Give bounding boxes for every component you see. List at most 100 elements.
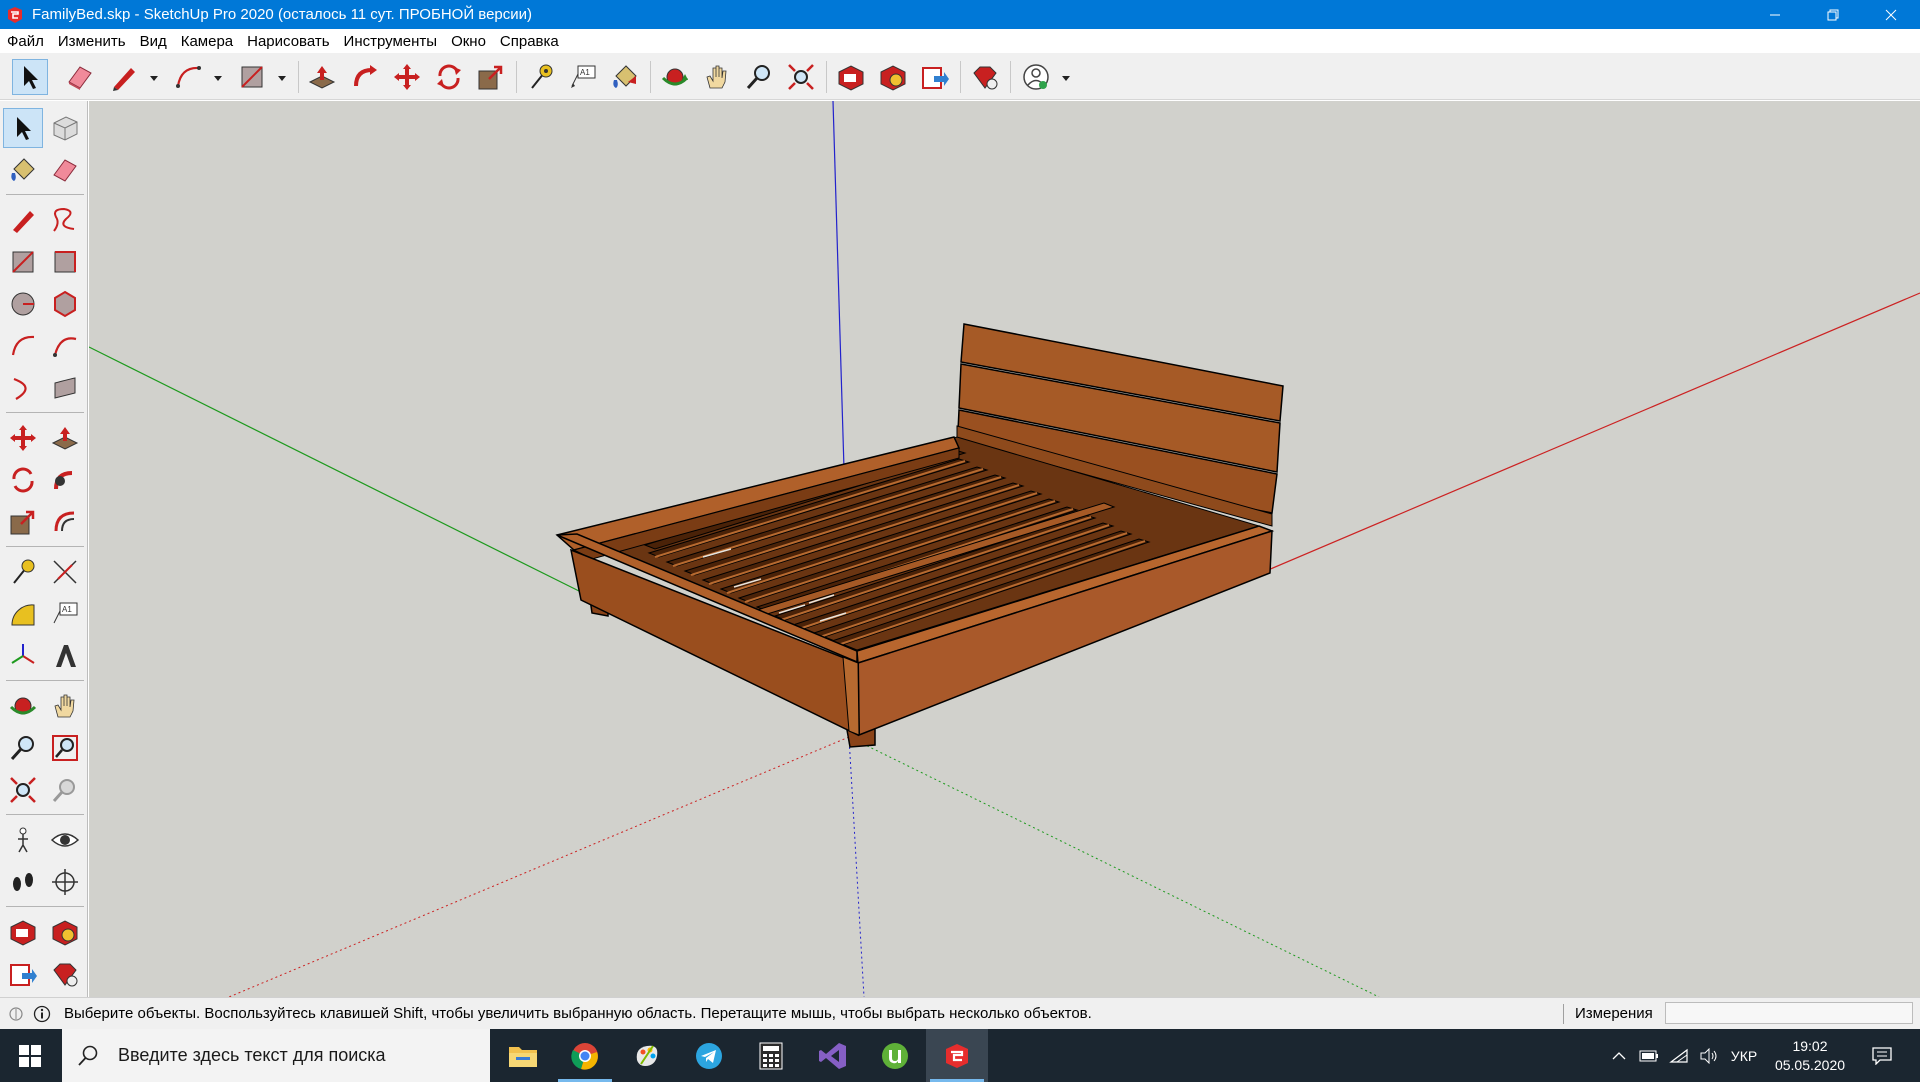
taskbar-chrome[interactable]: [554, 1029, 616, 1082]
shape-dropdown-chevron-down-icon[interactable]: [276, 73, 288, 83]
left-arc-tool[interactable]: [3, 326, 43, 366]
taskbar-search-box[interactable]: Введите здесь текст для поиска: [62, 1029, 490, 1082]
taskbar-telegram[interactable]: [678, 1029, 740, 1082]
line-tool-button[interactable]: [106, 59, 142, 95]
geo-location-icon[interactable]: [6, 1004, 26, 1024]
hand-pan-icon: [706, 65, 727, 89]
arc-tool-button[interactable]: [170, 59, 206, 95]
axes-tool[interactable]: [3, 636, 43, 676]
3d-text-tool[interactable]: [45, 636, 85, 676]
action-center-notification-icon[interactable]: [1862, 1029, 1902, 1082]
close-button[interactable]: [1862, 0, 1920, 29]
minimize-button[interactable]: [1746, 0, 1804, 29]
offset-tool[interactable]: [45, 502, 85, 542]
move-tool-button[interactable]: [389, 59, 425, 95]
left-select-tool[interactable]: [3, 108, 43, 148]
left-rotate-tool[interactable]: [3, 460, 43, 500]
left-orbit-tool[interactable]: [3, 686, 43, 726]
text-tool-button[interactable]: A1: [565, 59, 601, 95]
arc-dropdown-chevron-down-icon[interactable]: [212, 73, 224, 83]
push-pull-tool-button[interactable]: [304, 59, 340, 95]
taskbar-calculator[interactable]: [740, 1029, 802, 1082]
rotate-tool-button[interactable]: [431, 59, 467, 95]
left-tape-measure-tool[interactable]: [3, 552, 43, 592]
left-layout-tool[interactable]: [3, 954, 43, 994]
tray-wifi-icon[interactable]: [1664, 1029, 1694, 1082]
circle-tool[interactable]: [3, 284, 43, 324]
left-paint-bucket-tool[interactable]: [3, 150, 43, 190]
look-around-tool[interactable]: [45, 820, 85, 860]
taskbar-visual-studio[interactable]: [802, 1029, 864, 1082]
account-button[interactable]: [1018, 59, 1054, 95]
tape-measure-tool-button[interactable]: [523, 59, 559, 95]
left-3d-warehouse-tool[interactable]: [3, 912, 43, 952]
eraser-tool-button[interactable]: [62, 59, 98, 95]
protractor-tool[interactable]: [3, 594, 43, 634]
pan-tool-button[interactable]: [699, 59, 735, 95]
zoom-tool-button[interactable]: [741, 59, 777, 95]
scale-tool-button[interactable]: [473, 59, 509, 95]
dimension-tool[interactable]: [45, 552, 85, 592]
tray-volume-icon[interactable]: [1694, 1029, 1724, 1082]
zoom-extents-tool-button[interactable]: [783, 59, 819, 95]
menu-camera[interactable]: Камера: [181, 33, 233, 50]
2-point-arc-tool[interactable]: [45, 326, 85, 366]
menu-tools[interactable]: Инструменты: [344, 33, 438, 50]
follow-me-tool-button[interactable]: [347, 59, 383, 95]
left-rectangle-tool[interactable]: [3, 242, 43, 282]
tray-battery-icon[interactable]: [1634, 1029, 1664, 1082]
previous-view-tool[interactable]: [45, 770, 85, 810]
rectangle-tool-button[interactable]: [234, 59, 270, 95]
section-plane-tool[interactable]: [45, 862, 85, 902]
make-component-tool[interactable]: [45, 108, 85, 148]
start-button[interactable]: [0, 1029, 60, 1082]
line-dropdown-chevron-down-icon[interactable]: [148, 73, 160, 83]
position-camera-tool[interactable]: [3, 820, 43, 860]
extension-manager-button[interactable]: [967, 59, 1003, 95]
3-point-arc-tool[interactable]: [3, 368, 43, 408]
paint-bucket-tool-button[interactable]: [607, 59, 643, 95]
drawing-viewport[interactable]: [89, 101, 1920, 997]
select-tool-button[interactable]: [12, 59, 48, 95]
orbit-tool-button[interactable]: [657, 59, 693, 95]
tray-language[interactable]: УКР: [1726, 1029, 1762, 1082]
menu-view[interactable]: Вид: [140, 33, 167, 50]
menu-help[interactable]: Справка: [500, 33, 559, 50]
left-line-tool[interactable]: [3, 200, 43, 240]
rotated-rectangle-tool[interactable]: [45, 242, 85, 282]
left-zoom-extents-tool[interactable]: [3, 770, 43, 810]
taskbar-file-explorer[interactable]: [492, 1029, 554, 1082]
left-eraser-tool[interactable]: [45, 150, 85, 190]
polygon-tool[interactable]: [45, 284, 85, 324]
left-move-tool[interactable]: [3, 418, 43, 458]
taskbar-paint-3d[interactable]: [616, 1029, 678, 1082]
account-dropdown-chevron-down-icon[interactable]: [1060, 73, 1072, 83]
taskbar-sketchup[interactable]: [926, 1029, 988, 1082]
left-follow-me-tool[interactable]: [45, 460, 85, 500]
left-extension-warehouse-tool[interactable]: [45, 912, 85, 952]
zoom-window-tool[interactable]: [45, 728, 85, 768]
left-pan-tool[interactable]: [45, 686, 85, 726]
taskbar-utorrent[interactable]: [864, 1029, 926, 1082]
info-icon[interactable]: [32, 1004, 52, 1024]
extension-warehouse-button[interactable]: [875, 59, 911, 95]
restore-button[interactable]: [1804, 0, 1862, 29]
large-tool-set: A1: [0, 101, 88, 997]
freehand-tool[interactable]: [45, 200, 85, 240]
measurements-input[interactable]: [1665, 1002, 1913, 1024]
tray-clock[interactable]: 19:02 05.05.2020: [1762, 1037, 1858, 1075]
menu-window[interactable]: Окно: [451, 33, 486, 50]
menu-draw[interactable]: Нарисовать: [247, 33, 329, 50]
menu-file[interactable]: Файл: [7, 33, 44, 50]
left-zoom-tool[interactable]: [3, 728, 43, 768]
walk-tool[interactable]: [3, 862, 43, 902]
tray-show-hidden-chevron-up-icon[interactable]: [1604, 1029, 1634, 1082]
left-scale-tool[interactable]: [3, 502, 43, 542]
menu-edit[interactable]: Изменить: [58, 33, 126, 50]
3d-warehouse-button[interactable]: [833, 59, 869, 95]
left-extension-manager-tool[interactable]: [45, 954, 85, 994]
pie-tool[interactable]: [45, 368, 85, 408]
left-text-tool[interactable]: A1: [45, 594, 85, 634]
left-push-pull-tool[interactable]: [45, 418, 85, 458]
send-to-layout-button[interactable]: [917, 59, 953, 95]
